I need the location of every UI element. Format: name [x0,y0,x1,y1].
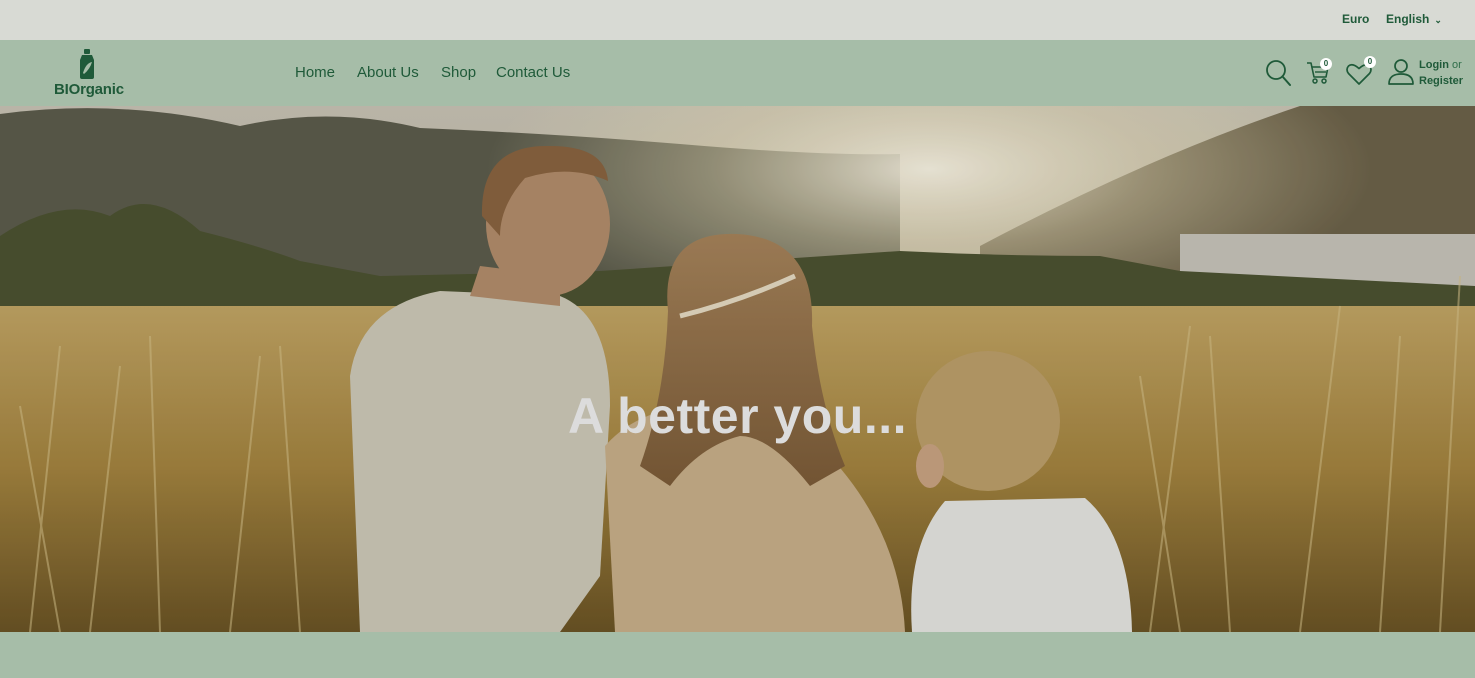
nav-shop[interactable]: Shop [441,64,476,81]
search-icon[interactable] [1265,59,1291,92]
logo[interactable]: BIOrganic [53,49,125,99]
currency-selector[interactable]: Euro [1342,12,1369,26]
login-link[interactable]: Login [1419,59,1449,71]
language-selector[interactable]: English ⌄ [1386,12,1442,26]
register-link[interactable]: Register [1419,75,1463,87]
nav-home[interactable]: Home [295,64,335,81]
site-header: BIOrganic Home About Us Shop Contact Us … [0,40,1475,106]
nav-about-us[interactable]: About Us [357,64,419,81]
nav-contact-us[interactable]: Contact Us [496,64,570,81]
wishlist-count-badge: 0 [1364,56,1376,68]
hero-banner: A better you... [0,106,1475,632]
user-icon[interactable] [1388,58,1414,91]
hero-headline: A better you... [567,388,908,444]
cart-count-badge: 0 [1320,58,1332,70]
or-text: or [1452,59,1462,71]
hero-image [0,106,1475,632]
logo-text: BIOrganic [54,81,124,98]
account-links: Login or Register [1419,57,1463,89]
logo-bottle-icon [80,49,94,79]
chevron-down-icon: ⌄ [1434,15,1442,25]
language-label: English [1386,12,1430,26]
top-utility-bar: Euro English ⌄ [0,0,1475,40]
bottom-bar [0,632,1475,678]
